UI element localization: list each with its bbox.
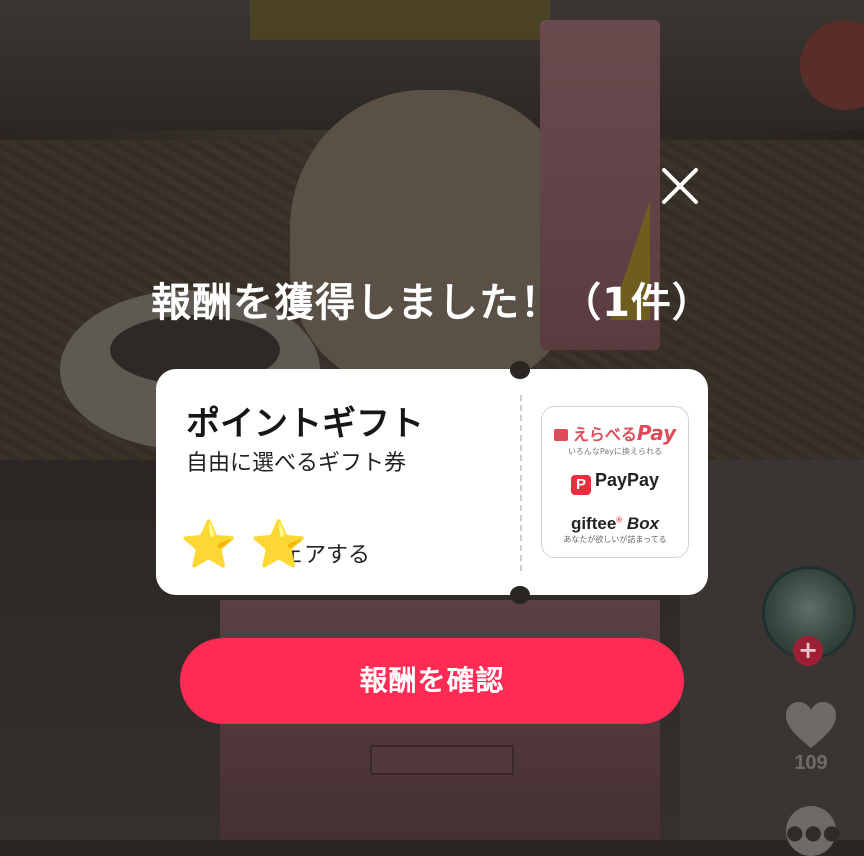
paypay-icon: P: [570, 475, 591, 495]
plus-icon[interactable]: +: [793, 636, 823, 666]
star-icon: ⭐: [250, 517, 308, 571]
erabe-pay-logo: えらべるPay いろんなPayに換えられる: [542, 421, 688, 457]
ticket-divider: [520, 395, 522, 571]
brand-logos: えらべるPay いろんなPayに換えられる P PayPay giftee® Bo…: [541, 406, 689, 558]
gift-title: ポイントギフト: [186, 404, 424, 444]
more-icon: ●●●: [786, 820, 842, 844]
reward-title: 報酬を獲得しました！（1件）: [151, 280, 713, 326]
ticket-notch: [510, 586, 530, 604]
ticket-notch: [510, 361, 530, 379]
giftee-box-logo: giftee® Box あなたが欲しいが詰まってる: [542, 514, 688, 545]
creator-avatar-button[interactable]: +: [762, 566, 856, 666]
gift-subtitle: 自由に選べるギフト券: [186, 451, 407, 476]
star-icon: ⭐: [180, 517, 238, 571]
bg-house-slot: [370, 745, 514, 775]
erabe-pay: Pay: [636, 421, 677, 445]
erabe-name: えらべる: [572, 425, 637, 444]
confirm-reward-button[interactable]: 報酬を確認: [180, 638, 684, 724]
more-button[interactable]: ●●●: [786, 806, 842, 856]
close-icon[interactable]: [656, 162, 704, 210]
bg-hamster: [290, 90, 580, 390]
giftee-box: Box: [626, 514, 660, 533]
giftee-tagline: あなたが欲しいが詰まってる: [563, 535, 667, 544]
bg-shelf-accent: [250, 0, 550, 40]
giftee-name: giftee: [570, 514, 617, 533]
reward-ticket[interactable]: ポイントギフト 自由に選べるギフト券 ェアする ⭐ ⭐ えらべるPay いろんな…: [156, 369, 708, 595]
wallet-icon: [553, 429, 568, 441]
like-count: 109: [794, 752, 828, 774]
heart-icon[interactable]: [784, 700, 838, 750]
paypay-logo: P PayPay: [542, 470, 688, 495]
paypay-name: PayPay: [594, 470, 660, 490]
erabe-tagline: いろんなPayに換えられる: [567, 447, 663, 456]
